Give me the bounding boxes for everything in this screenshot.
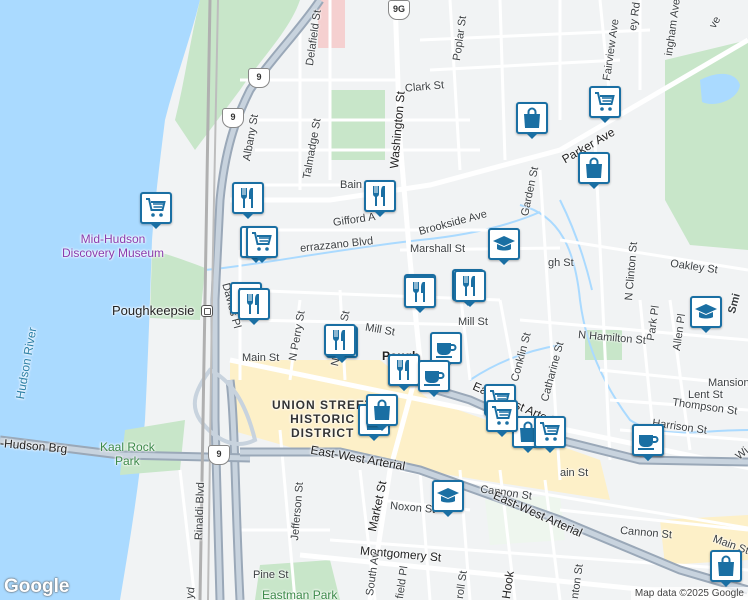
restaurant-icon	[413, 282, 425, 302]
shopping-bag-marker[interactable]	[516, 102, 548, 139]
shopping-cart-marker[interactable]	[534, 416, 566, 453]
shopping-bag-icon	[524, 107, 540, 128]
school-marker[interactable]	[432, 480, 464, 517]
shopping-bag-icon	[586, 157, 602, 178]
street-label-mill-right: Mill St	[458, 316, 488, 328]
route-9g-shield: 9G	[388, 0, 410, 20]
restaurant-marker[interactable]	[238, 288, 270, 325]
shopping-bag-marker[interactable]	[578, 152, 610, 189]
poi-label-mid-hudson-museum[interactable]: Mid-Hudson Discovery Museum	[62, 232, 164, 260]
shopping-cart-icon	[595, 92, 615, 111]
school-icon	[437, 488, 459, 503]
street-label-hook: Hook	[499, 570, 517, 600]
google-logo: Google	[4, 576, 70, 597]
shopping-cart-marker[interactable]	[589, 86, 621, 123]
school-marker[interactable]	[690, 296, 722, 333]
street-label-gh-st: gh St	[548, 257, 574, 269]
route-9-shield: 9	[248, 68, 270, 88]
place-label-poughkeepsie: Poughkeepsie	[112, 303, 195, 318]
route-9-shield: 9	[222, 108, 244, 128]
restaurant-icon	[397, 360, 409, 380]
restaurant-marker[interactable]	[388, 354, 420, 391]
restaurant-icon	[247, 294, 259, 314]
shopping-bag-icon	[718, 555, 734, 576]
cafe-marker[interactable]	[418, 360, 450, 397]
restaurant-marker[interactable]	[364, 180, 396, 217]
train-station-icon[interactable]	[201, 305, 213, 317]
restaurant-icon	[373, 186, 385, 206]
shopping-cart-icon	[492, 406, 512, 425]
street-label-main: Main St	[242, 352, 280, 364]
shopping-bag-icon	[374, 399, 390, 420]
street-label-mansion: Mansion	[708, 377, 748, 389]
shopping-cart-marker[interactable]	[246, 226, 278, 263]
restaurant-icon	[333, 330, 345, 350]
restaurant-marker[interactable]	[404, 276, 436, 313]
shopping-cart-marker[interactable]	[486, 400, 518, 437]
park-label-kaal-rock[interactable]: Kaal Rock Park	[100, 440, 155, 468]
restaurant-icon	[241, 188, 253, 208]
map-view[interactable]: 9 9G 9 9 Poplar St Delafield St Clark St…	[0, 0, 748, 600]
map-attribution[interactable]: Map data ©2025 Google	[630, 587, 748, 600]
school-marker[interactable]	[488, 228, 520, 265]
street-label-pine: Pine St	[253, 569, 289, 581]
shopping-cart-icon	[540, 422, 560, 441]
cafe-icon	[424, 371, 445, 386]
route-9-shield: 9	[208, 445, 230, 465]
street-label-yd: yd	[184, 586, 198, 600]
shopping-cart-marker[interactable]	[140, 192, 172, 229]
school-icon	[493, 236, 515, 251]
shopping-bag-marker[interactable]	[366, 394, 398, 431]
street-label-rinaldi: Rinaldi Blvd	[193, 481, 208, 541]
school-icon	[695, 304, 717, 319]
cafe-icon	[638, 435, 659, 450]
park-label-eastman[interactable]: Eastman Park	[262, 588, 337, 600]
shopping-cart-icon	[252, 232, 272, 251]
cafe-icon	[436, 343, 457, 358]
restaurant-marker[interactable]	[232, 182, 264, 219]
shopping-cart-icon	[146, 198, 166, 217]
street-label-marshall: Marshall St	[410, 243, 466, 255]
shopping-bag-marker[interactable]	[710, 550, 742, 587]
street-label-ain-st: ain St	[560, 467, 589, 479]
restaurant-marker[interactable]	[454, 270, 486, 307]
restaurant-marker[interactable]	[324, 324, 356, 361]
restaurant-icon	[463, 276, 475, 296]
cafe-marker[interactable]	[632, 424, 664, 461]
